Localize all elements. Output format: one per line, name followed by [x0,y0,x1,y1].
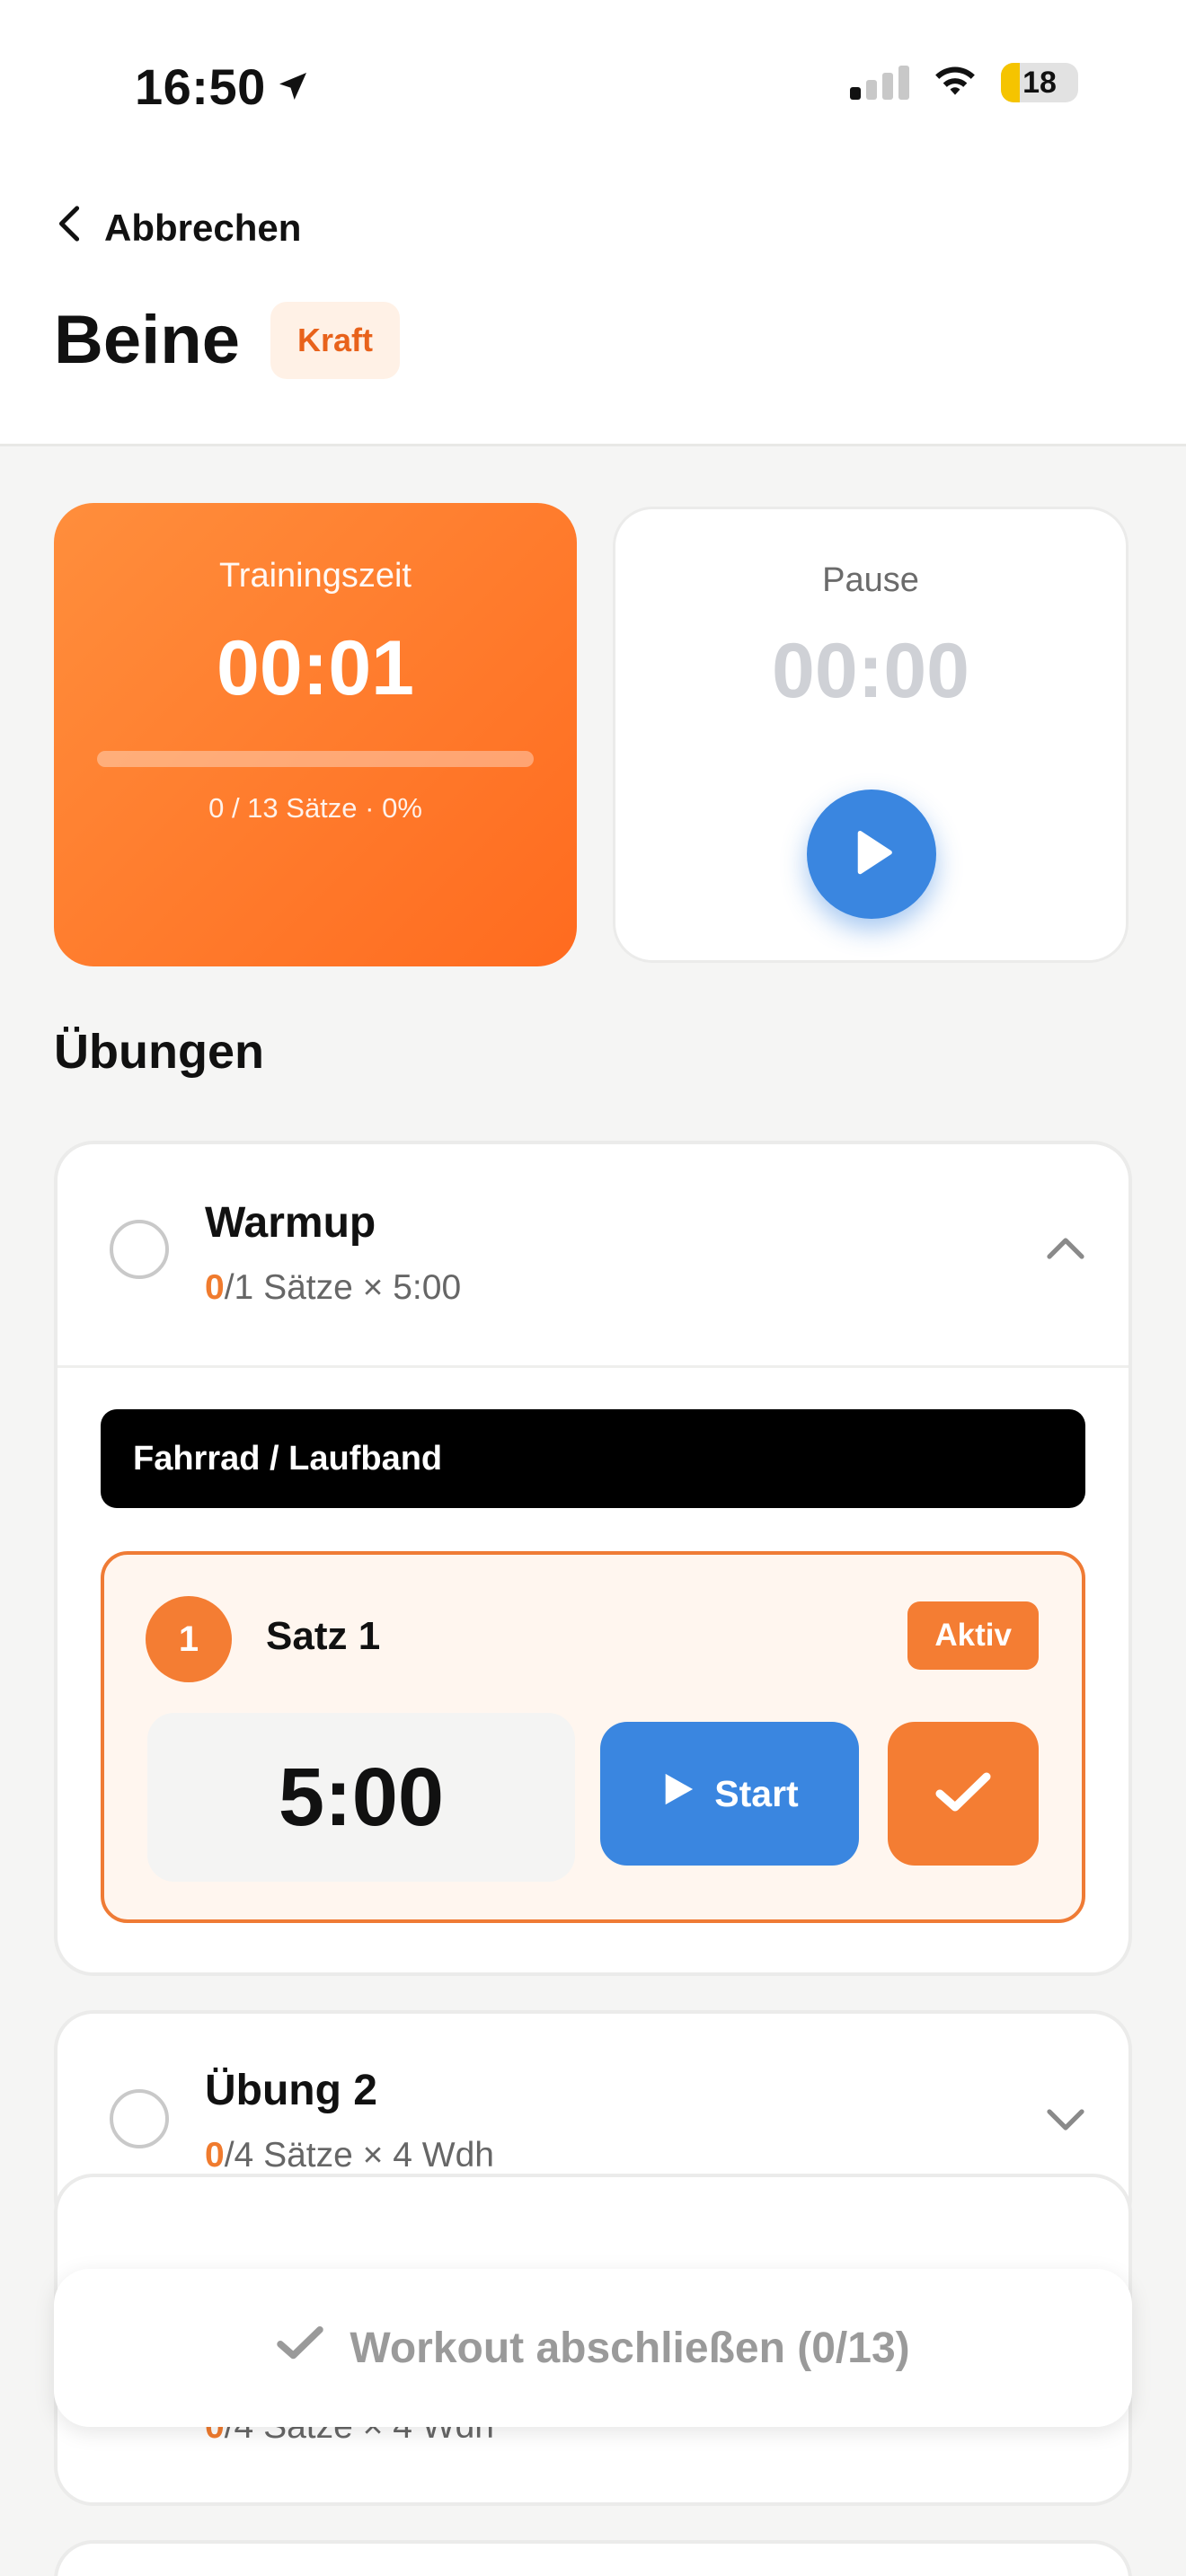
exercise-sets-done: 0 [205,2136,225,2175]
status-indicators: 18 [850,63,1078,102]
finish-workout-label: Workout abschließen (0/13) [350,2324,910,2372]
pause-time-value: 00:00 [772,628,969,714]
play-icon [660,1770,695,1817]
checkmark-icon [934,1771,992,1817]
cellular-signal-icon [850,66,909,100]
checkmark-icon [276,2324,324,2373]
training-time-card: Trainingszeit 00:01 0 / 13 Sätze · 0% [54,503,577,966]
exercise-card-warmup: Warmup 0/1 Sätze × 5:00 Fahrrad / Laufba… [54,1141,1132,1976]
training-progress-bar [97,751,534,767]
location-arrow-icon [275,57,311,116]
finish-workout-button[interactable]: Workout abschließen (0/13) [54,2269,1132,2427]
exercise-complete-checkbox[interactable] [110,1220,169,1279]
header-area: 16:50 18 Abbrechen Beine Kraft [0,0,1186,446]
training-progress-text: 0 / 13 Sätze · 0% [208,792,422,824]
exercise-header[interactable]: Warmup 0/1 Sätze × 5:00 [58,1144,1128,1365]
back-label: Abbrechen [104,207,302,249]
exercise-name: Warmup [205,1199,376,1247]
start-label: Start [714,1772,799,1814]
title-row: Beine Kraft [54,301,400,379]
pause-card: Pause 00:00 [613,507,1128,963]
exercise-progress: 0/1 Sätze × 5:00 [205,1268,461,1308]
training-time-label: Trainingszeit [218,557,412,595]
chevron-up-icon[interactable] [1046,1234,1085,1266]
battery-icon: 18 [1001,63,1078,102]
back-button[interactable]: Abbrechen [56,205,301,251]
status-badge: Aktiv [907,1601,1039,1670]
exercise-complete-checkbox[interactable] [110,2089,169,2148]
pause-label: Pause [822,561,919,599]
set-duration: 5:00 [147,1713,575,1882]
set-title: Satz 1 [266,1614,381,1658]
exercise-card-4[interactable] [54,2540,1132,2576]
pause-play-button[interactable] [807,790,936,919]
page-title: Beine [54,302,240,378]
exercise-sets-info: /1 Sätze × 5:00 [224,1268,462,1307]
play-icon [848,827,895,882]
battery-level: 18 [1022,65,1057,100]
exercise-sets-done: 0 [205,1268,225,1307]
training-time-value: 00:01 [217,625,414,711]
equipment-label: Fahrrad / Laufband [101,1409,1085,1508]
status-time: 16:50 [135,57,311,116]
set-number-badge: 1 [146,1596,232,1682]
chevron-left-icon [56,205,84,251]
exercises-heading: Übungen [54,1025,264,1079]
complete-set-button[interactable] [888,1722,1039,1866]
wifi-icon [933,64,978,102]
exercise-sets-info: /4 Sätze × 4 Wdh [224,2136,494,2175]
exercise-progress: 0/4 Sätze × 4 Wdh [205,2136,494,2175]
divider [58,1365,1128,1368]
set-row-active: 1 Satz 1 Aktiv 5:00 Start [101,1551,1085,1923]
category-tag: Kraft [270,301,400,379]
start-timer-button[interactable]: Start [600,1722,859,1866]
status-time-text: 16:50 [135,58,266,115]
chevron-down-icon[interactable] [1046,2107,1085,2139]
exercise-name: Übung 2 [205,2067,377,2114]
